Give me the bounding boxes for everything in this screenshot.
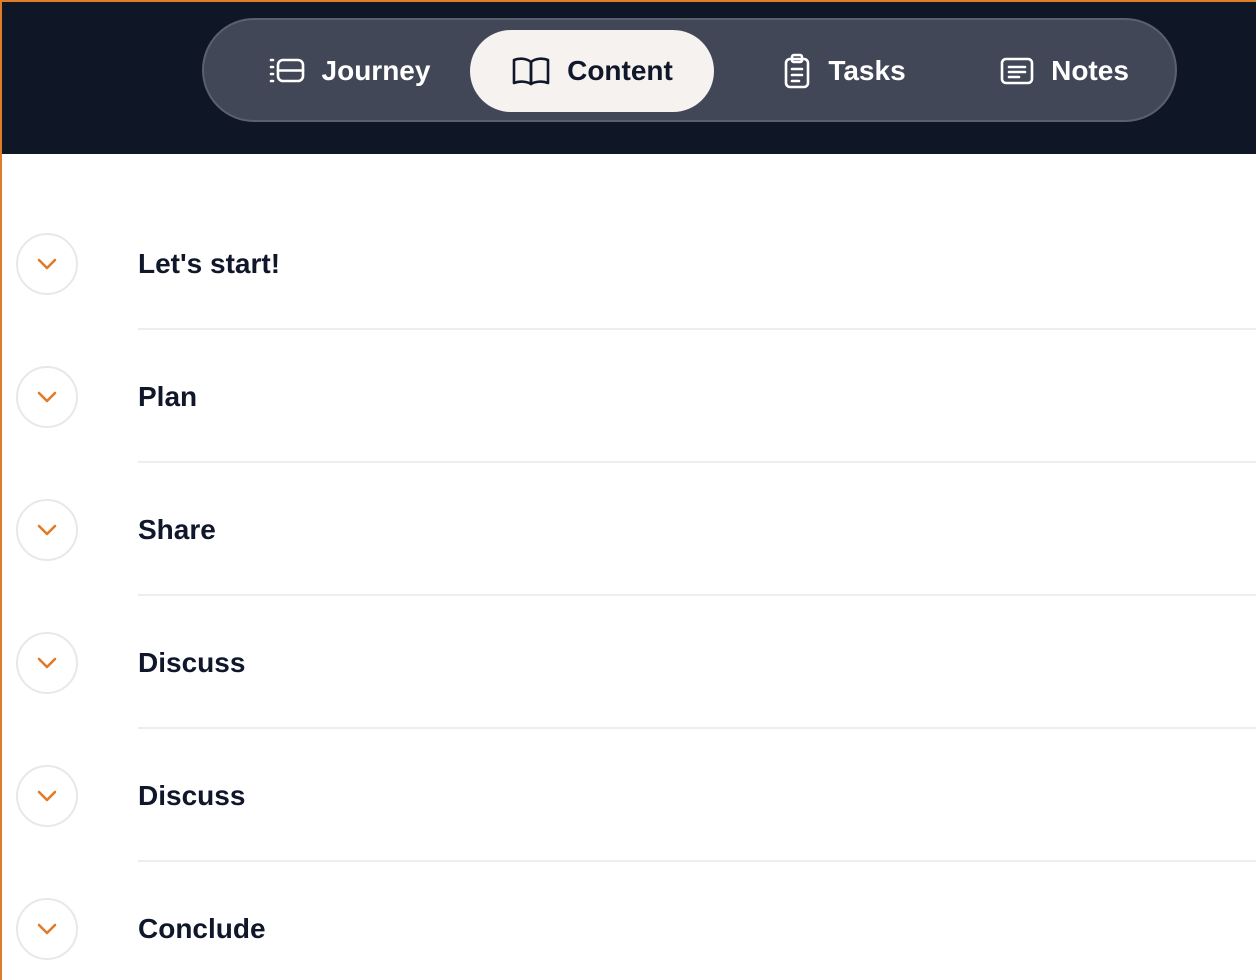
expand-button[interactable] (16, 631, 78, 694)
note-card-icon (999, 56, 1035, 86)
nav-tab-bar: Journey Content Tasks Notes (202, 18, 1177, 122)
expand-button[interactable] (16, 232, 78, 295)
expand-button[interactable] (16, 498, 78, 561)
expand-button[interactable] (16, 365, 78, 428)
tab-label-journey: Journey (321, 55, 431, 86)
section-title: Discuss (138, 779, 246, 811)
chevron-down-icon (37, 657, 57, 668)
tab-label-notes: Notes (1051, 55, 1129, 86)
section-row-share[interactable]: Share (2, 463, 1256, 596)
timeline-list-icon (268, 55, 306, 87)
top-header: Journey Content Tasks Notes (2, 2, 1256, 154)
section-row-discuss-2[interactable]: Discuss (2, 729, 1256, 862)
tab-journey[interactable]: Journey (254, 30, 444, 112)
chevron-down-icon (37, 790, 57, 801)
section-row-conclude[interactable]: Conclude (2, 862, 1256, 980)
section-title: Let's start! (138, 247, 281, 279)
chevron-down-icon (37, 391, 57, 402)
chevron-down-icon (37, 524, 57, 535)
chevron-down-icon (37, 258, 57, 269)
tab-notes[interactable]: Notes (984, 30, 1144, 112)
chevron-down-icon (37, 923, 57, 934)
tab-tasks[interactable]: Tasks (764, 30, 924, 112)
expand-button[interactable] (16, 764, 78, 827)
section-row-lets-start[interactable]: Let's start! (2, 197, 1256, 330)
clipboard-icon (782, 53, 812, 89)
section-title: Plan (138, 380, 198, 412)
app-frame: Journey Content Tasks Notes Let's start!… (0, 0, 1256, 980)
section-row-plan[interactable]: Plan (2, 330, 1256, 463)
section-title: Conclude (138, 912, 266, 944)
tab-label-content: Content (567, 55, 673, 86)
tab-content[interactable]: Content (470, 30, 714, 112)
tab-label-tasks: Tasks (828, 55, 906, 86)
expand-button[interactable] (16, 897, 78, 960)
open-book-icon (511, 55, 551, 87)
section-title: Discuss (138, 646, 246, 678)
section-title: Share (138, 513, 216, 545)
section-row-discuss[interactable]: Discuss (2, 596, 1256, 729)
